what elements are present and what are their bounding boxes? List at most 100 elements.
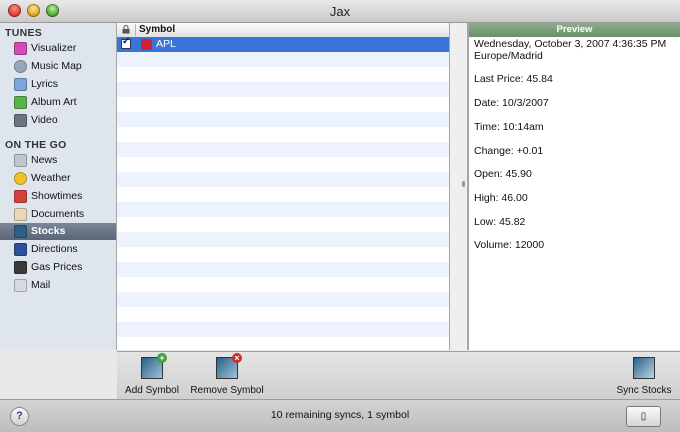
bottom-toolbar: + Add Symbol × Remove Symbol Sync Stocks <box>117 351 680 400</box>
directions-icon <box>14 243 27 256</box>
sidebar-item-showtimes[interactable]: Showtimes <box>0 188 116 205</box>
symbol-icon <box>141 39 152 50</box>
sync-stocks-button[interactable]: Sync Stocks <box>615 357 673 396</box>
sidebar-item-label: Directions <box>31 243 78 255</box>
empty-row <box>117 277 449 292</box>
empty-row <box>117 142 449 157</box>
empty-row <box>117 52 449 67</box>
weather-icon <box>14 172 27 185</box>
sidebar-item-documents[interactable]: Documents <box>0 206 116 223</box>
table-header: Symbol <box>117 23 449 38</box>
sidebar-item-music-map[interactable]: Music Map <box>0 58 116 75</box>
empty-row <box>117 307 449 322</box>
sidebar-item-label: Video <box>31 114 58 126</box>
sidebar: TUNES Visualizer Music Map Lyrics Album … <box>0 23 117 350</box>
sidebar-item-label: Showtimes <box>31 190 83 202</box>
sidebar-item-video[interactable]: Video <box>0 112 116 129</box>
visualizer-icon <box>14 42 27 55</box>
remove-symbol-label: Remove Symbol <box>190 385 264 396</box>
empty-row <box>117 112 449 127</box>
sidebar-item-label: Mail <box>31 279 51 291</box>
pane-splitter[interactable] <box>450 23 468 350</box>
music-map-icon <box>14 60 27 73</box>
app-window: Jax TUNES Visualizer Music Map Lyrics Al… <box>0 0 680 432</box>
sidebar-item-news[interactable]: News <box>0 152 116 169</box>
preview-volume: Volume: 12000 <box>474 239 545 251</box>
title-bar: Jax <box>0 0 680 23</box>
sidebar-item-lyrics[interactable]: Lyrics <box>0 76 116 93</box>
sync-stocks-icon <box>633 357 655 379</box>
sidebar-item-gas-prices[interactable]: Gas Prices <box>0 259 116 276</box>
window-title: Jax <box>329 4 351 19</box>
sidebar-item-directions[interactable]: Directions <box>0 241 116 258</box>
column-separator <box>135 24 136 36</box>
empty-row <box>117 322 449 337</box>
lyrics-icon <box>14 78 27 91</box>
splitter-grip[interactable] <box>462 181 465 187</box>
album-art-icon <box>14 96 27 109</box>
empty-row <box>117 82 449 97</box>
empty-row <box>117 217 449 232</box>
add-symbol-button[interactable]: + Add Symbol <box>122 353 182 396</box>
empty-row <box>117 157 449 172</box>
empty-row <box>117 97 449 112</box>
symbols-table[interactable]: Symbol APL <box>117 23 450 350</box>
status-bar: ? 10 remaining syncs, 1 symbol ▯ <box>0 399 680 432</box>
empty-row <box>117 232 449 247</box>
sidebar-item-label: Stocks <box>31 225 66 237</box>
sidebar-item-album-art[interactable]: Album Art <box>0 94 116 111</box>
empty-row <box>117 202 449 217</box>
sidebar-item-label: Album Art <box>31 96 77 108</box>
preview-timezone: Europe/Madrid <box>474 50 543 62</box>
sidebar-item-visualizer[interactable]: Visualizer <box>0 40 116 57</box>
stock-chart-icon: × <box>216 353 242 379</box>
sidebar-item-mail[interactable]: Mail <box>0 277 116 294</box>
phone-icon: ▯ <box>640 411 647 422</box>
preview-header: Preview <box>469 23 680 37</box>
sync-checkbox[interactable] <box>121 36 131 49</box>
table-row[interactable]: APL <box>117 36 449 52</box>
plus-icon: + <box>157 353 167 363</box>
preview-pane: Preview Wednesday, October 3, 2007 4:36:… <box>468 23 680 350</box>
empty-row <box>117 262 449 277</box>
empty-row <box>117 172 449 187</box>
preview-datetime: Wednesday, October 3, 2007 4:36:35 PM <box>474 38 667 50</box>
sidebar-section-tunes: TUNES <box>5 27 43 39</box>
mail-icon <box>14 279 27 292</box>
preview-time: Time: 10:14am <box>474 121 544 133</box>
remove-symbol-button[interactable]: × Remove Symbol <box>189 353 265 396</box>
preview-low: Low: 45.82 <box>474 216 526 228</box>
column-header-symbol[interactable]: Symbol <box>139 24 175 35</box>
empty-row <box>117 292 449 307</box>
empty-row <box>117 337 449 350</box>
sidebar-item-label: Gas Prices <box>31 261 83 273</box>
preview-date: Date: 10/3/2007 <box>474 97 549 109</box>
sync-stocks-label: Sync Stocks <box>616 385 672 396</box>
empty-row <box>117 247 449 262</box>
sidebar-item-label: Documents <box>31 208 85 220</box>
device-button[interactable]: ▯ <box>626 406 661 427</box>
stocks-icon <box>14 225 27 238</box>
preview-high: High: 46.00 <box>474 192 528 204</box>
empty-row <box>117 127 449 142</box>
status-text: 10 remaining syncs, 1 symbol <box>270 409 410 421</box>
remove-x-icon: × <box>232 353 242 363</box>
gas-prices-icon <box>14 261 27 274</box>
stock-chart-icon: + <box>141 353 167 379</box>
sidebar-item-stocks[interactable]: Stocks <box>0 223 116 240</box>
sidebar-item-label: Visualizer <box>31 42 77 54</box>
preview-last-price: Last Price: 45.84 <box>474 73 553 85</box>
symbol-cell: APL <box>156 38 176 50</box>
add-symbol-label: Add Symbol <box>125 385 179 396</box>
sidebar-item-label: Weather <box>31 172 71 184</box>
preview-open: Open: 45.90 <box>474 168 532 180</box>
sidebar-item-label: News <box>31 154 58 166</box>
lock-icon <box>122 25 130 34</box>
preview-change: Change: +0.01 <box>474 145 544 157</box>
video-icon <box>14 114 27 127</box>
empty-row <box>117 67 449 82</box>
sidebar-item-weather[interactable]: Weather <box>0 170 116 187</box>
sidebar-item-label: Music Map <box>31 60 82 72</box>
table-rows: APL <box>117 36 449 350</box>
documents-icon <box>14 208 27 221</box>
